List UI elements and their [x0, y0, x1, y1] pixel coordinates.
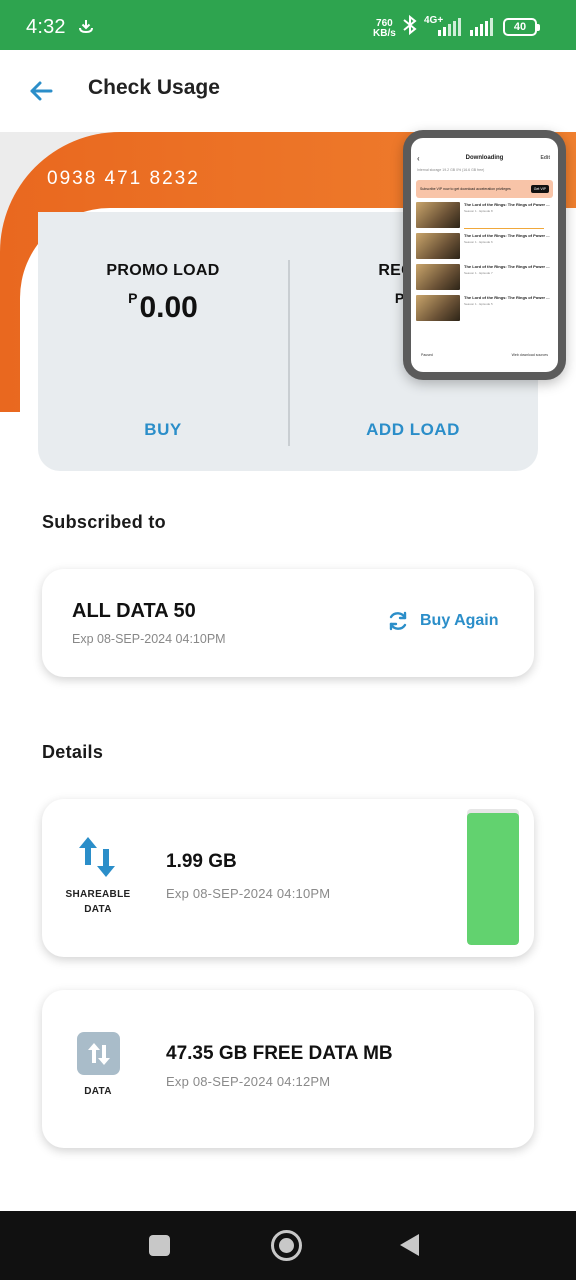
app-bar — [0, 50, 576, 132]
download-icon — [79, 20, 93, 34]
pip-download-item: The Lord of the Rings: The Rings of Powe… — [416, 264, 553, 294]
data-transfer-icon — [79, 837, 115, 877]
promo-load-balance: PROMO LOAD P0.00 — [38, 262, 288, 325]
back-button[interactable] — [400, 1234, 419, 1256]
page-title: Check Usage — [88, 76, 220, 99]
network-speed: 760 KB/s — [373, 18, 396, 39]
subscribed-section-title: Subscribed to — [42, 512, 166, 532]
shareable-data-label: SHAREABLE DATA — [65, 889, 131, 915]
pip-footer: Paused Web download sources — [421, 353, 548, 357]
home-button[interactable] — [271, 1230, 302, 1261]
pip-download-item: The Lord of the Rings: The Rings of Powe… — [416, 202, 553, 232]
details-section-title: Details — [42, 742, 104, 762]
signal-icon — [438, 18, 461, 36]
data-card: DATA 47.35 GB FREE DATA MB Exp 08-SEP-20… — [42, 990, 534, 1148]
data-amount: 47.35 GB FREE DATA MB — [166, 1043, 393, 1064]
promo-load-amount: P0.00 — [128, 290, 198, 324]
recents-button[interactable] — [149, 1235, 170, 1256]
pip-vip-banner: Subscribe VIP now to get download accele… — [416, 180, 553, 198]
data-expiry: Exp 08-SEP-2024 04:10PM — [166, 886, 331, 901]
pip-download-item: The Lord of the Rings: The Rings of Powe… — [416, 295, 553, 325]
refresh-icon — [389, 611, 407, 631]
bluetooth-icon — [403, 14, 417, 36]
pip-storage: Internal storage 19.2 GB 0% (16.6 GB fre… — [417, 168, 485, 172]
subscription-card: ALL DATA 50 Exp 08-SEP-2024 04:10PM Buy … — [42, 569, 534, 677]
back-arrow-icon[interactable] — [28, 78, 54, 104]
buy-button[interactable]: BUY — [38, 420, 288, 440]
usage-meter — [467, 809, 519, 945]
system-nav-bar — [0, 1211, 576, 1280]
data-label: DATA — [84, 1086, 112, 1097]
signal-icon — [470, 18, 493, 36]
thumbnail — [416, 233, 460, 259]
promo-load-label: PROMO LOAD — [106, 262, 220, 279]
mobile-number: 0938 471 8232 — [47, 168, 200, 189]
pip-overlay-window[interactable]: ‹ Downloading Edit Internal storage 19.2… — [403, 130, 566, 380]
pip-download-item: The Lord of the Rings: The Rings of Powe… — [416, 233, 553, 263]
battery-icon: 40 — [503, 18, 540, 36]
data-amount: 1.99 GB — [166, 851, 237, 872]
pip-screen: ‹ Downloading Edit Internal storage 19.2… — [411, 138, 558, 372]
pip-back-icon: ‹ — [417, 153, 420, 163]
buy-again-button[interactable]: Buy Again — [386, 609, 499, 633]
pip-header: ‹ Downloading Edit — [417, 153, 550, 163]
data-expiry: Exp 08-SEP-2024 04:12PM — [166, 1074, 331, 1089]
data-icon — [77, 1032, 120, 1075]
usage-meter-fill — [467, 813, 519, 945]
add-load-button[interactable]: ADD LOAD — [288, 420, 538, 440]
plan-expiry: Exp 08-SEP-2024 04:10PM — [72, 632, 226, 646]
status-time: 4:32 — [26, 16, 66, 38]
thumbnail — [416, 264, 460, 290]
plan-name: ALL DATA 50 — [72, 600, 196, 622]
thumbnail — [416, 295, 460, 321]
thumbnail — [416, 202, 460, 228]
shareable-data-card: SHAREABLE DATA 1.99 GB Exp 08-SEP-2024 0… — [42, 799, 534, 957]
status-bar: 4:32 760 KB/s 4G+ 40 — [0, 0, 576, 50]
